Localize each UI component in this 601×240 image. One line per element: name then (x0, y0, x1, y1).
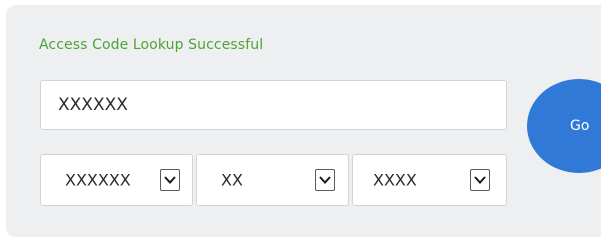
chevron-down-icon[interactable] (315, 169, 335, 191)
select-third[interactable]: XXXX (352, 154, 507, 206)
access-code-panel: Access Code Lookup Successful XXXXXX Go … (6, 5, 601, 237)
go-button-label: Go (570, 118, 590, 134)
select-second[interactable]: XX (196, 154, 349, 206)
select-second-value: XX (221, 170, 243, 190)
access-code-value: XXXXXX (58, 95, 128, 115)
select-first-value: XXXXXX (65, 170, 131, 190)
access-code-input[interactable]: XXXXXX (40, 80, 507, 130)
chevron-down-icon[interactable] (160, 169, 180, 191)
go-button[interactable]: Go (527, 79, 601, 173)
select-first[interactable]: XXXXXX (40, 154, 193, 206)
select-third-value: XXXX (373, 170, 417, 190)
status-message: Access Code Lookup Successful (39, 37, 264, 53)
chevron-down-icon[interactable] (470, 169, 490, 191)
